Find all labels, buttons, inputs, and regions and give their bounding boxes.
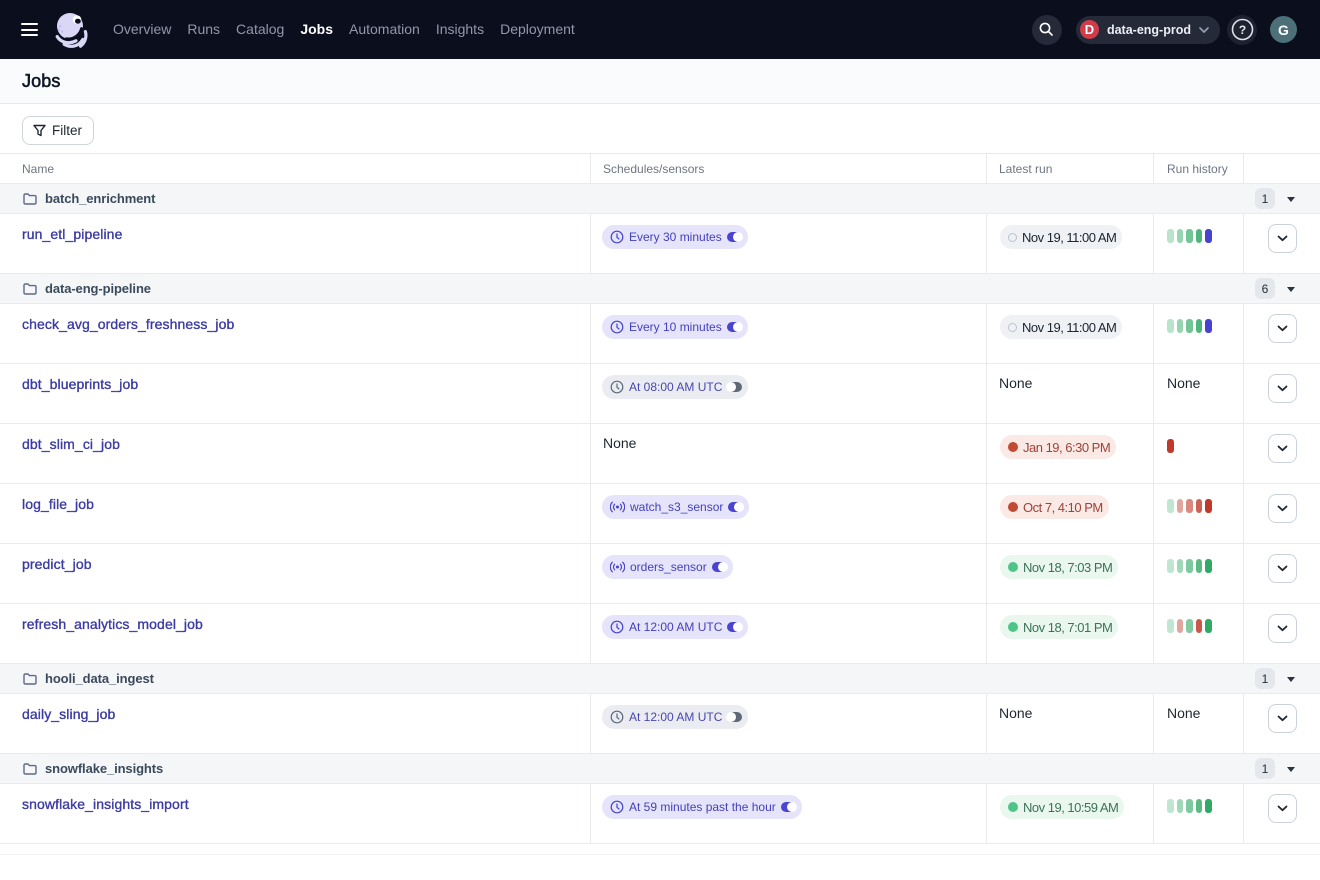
svg-text:?: ? — [1238, 23, 1245, 37]
